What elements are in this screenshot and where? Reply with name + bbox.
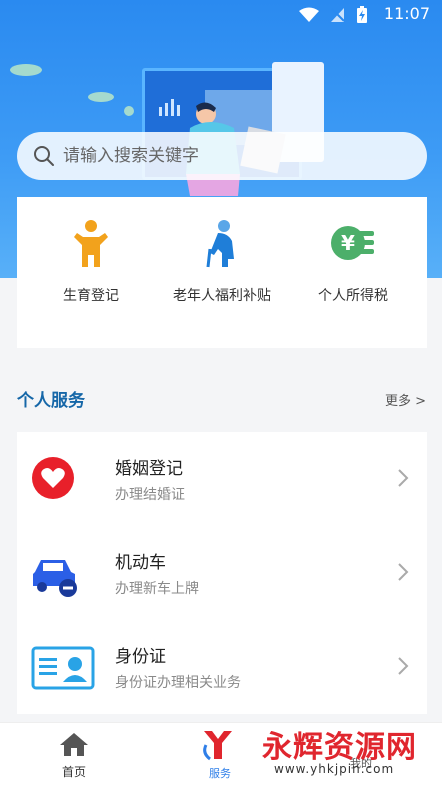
- leaf-decoration: [124, 106, 134, 116]
- elderly-icon: [206, 220, 234, 268]
- chevron-right-icon: [398, 657, 409, 675]
- services-list: 婚姻登记 办理结婚证 机动车 办理新车上牌 身份证 身份证办理相关业务: [17, 432, 427, 714]
- leaf-decoration: [10, 64, 42, 76]
- service-logo-icon: [203, 731, 232, 761]
- child-icon: [74, 220, 108, 267]
- service-subtitle: 办理新车上牌: [115, 581, 199, 597]
- quick-item-income-tax[interactable]: ¥ 个人所得税: [285, 197, 421, 348]
- nav-label: 服务: [209, 767, 231, 780]
- quick-item-birth-registration[interactable]: 生育登记: [23, 197, 159, 348]
- chevron-right-icon: [398, 563, 409, 581]
- quick-item-label: 个人所得税: [318, 288, 388, 304]
- quick-services-card: 生育登记 老年人福利补贴 ¥ 个人所得税: [17, 197, 427, 348]
- more-link[interactable]: 更多 >: [385, 390, 426, 409]
- search-icon: [34, 146, 54, 166]
- status-time: 11:07: [383, 4, 430, 23]
- quick-item-elderly-subsidy[interactable]: 老年人福利补贴: [154, 197, 290, 348]
- nav-home[interactable]: 首页: [52, 731, 96, 780]
- chevron-right-icon: [398, 469, 409, 487]
- search-bar[interactable]: [17, 132, 427, 180]
- battery-charging-icon: [357, 6, 367, 23]
- service-item-marriage[interactable]: 婚姻登记 办理结婚证: [17, 432, 427, 526]
- quick-item-label: 生育登记: [63, 288, 119, 304]
- car-icon: [33, 560, 77, 597]
- nav-service[interactable]: 服务: [196, 729, 244, 781]
- leaf-decoration: [88, 92, 114, 102]
- service-item-id-card[interactable]: 身份证 身份证办理相关业务: [17, 620, 427, 714]
- nav-label: 首页: [61, 765, 86, 779]
- service-title: 机动车: [115, 553, 166, 573]
- svg-text:¥: ¥: [341, 231, 355, 255]
- quick-item-label: 老年人福利补贴: [173, 288, 271, 304]
- no-signal-icon: [331, 8, 345, 22]
- id-card-icon: [31, 646, 95, 690]
- watermark-url: www.yhkjpin.com: [274, 762, 395, 776]
- status-bar: 11:07: [0, 0, 442, 30]
- search-input[interactable]: [63, 146, 393, 166]
- heart-icon: [32, 457, 74, 499]
- watermark-text: 永辉资源网: [262, 730, 417, 765]
- service-item-vehicle[interactable]: 机动车 办理新车上牌: [17, 526, 427, 620]
- service-title: 婚姻登记: [115, 459, 183, 479]
- section-title: 个人服务: [17, 391, 85, 411]
- home-icon: [60, 733, 88, 756]
- service-title: 身份证: [115, 647, 166, 667]
- service-subtitle: 办理结婚证: [115, 487, 185, 503]
- yen-coin-icon: ¥: [331, 226, 374, 260]
- service-subtitle: 身份证办理相关业务: [115, 675, 241, 691]
- wifi-icon: [299, 7, 319, 22]
